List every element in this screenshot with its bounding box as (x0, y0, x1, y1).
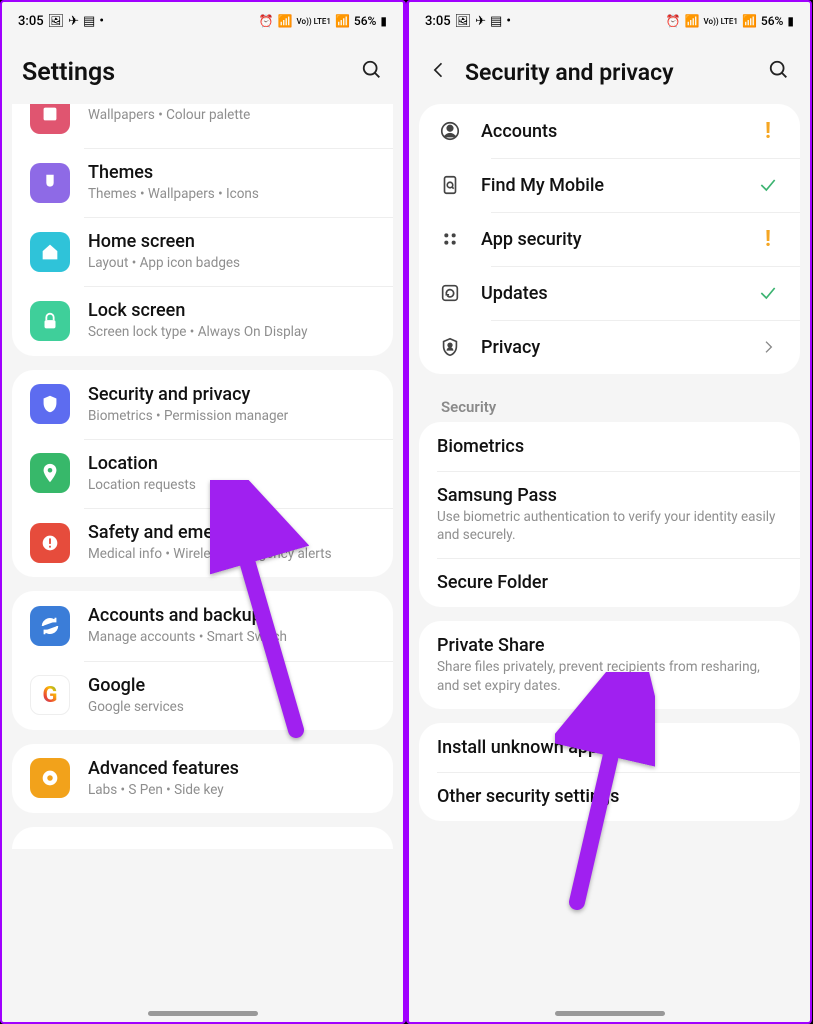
dot-icon: • (99, 14, 104, 29)
sidebar-item-wallpapers[interactable]: Wallpapers • Colour palette (12, 104, 393, 148)
page-title: Security and privacy (465, 59, 752, 86)
wifi-icon: 📶 (278, 14, 293, 28)
lock-icon (30, 301, 70, 341)
statusbar: 3:05 🖼 ✈ ▤ • ⏰ 📶 Vo)) LTE1 📶 56% ▮ (409, 2, 810, 40)
phone-right: 3:05 🖼 ✈ ▤ • ⏰ 📶 Vo)) LTE1 📶 56% ▮ Secur… (406, 0, 812, 1024)
security-list: Accounts ! Find My Mobile App security !… (409, 104, 810, 1024)
wallpaper-icon (30, 104, 70, 134)
row-biometrics[interactable]: Biometrics (419, 422, 800, 471)
sync-icon (30, 606, 70, 646)
row-app-security[interactable]: App security ! (419, 212, 800, 266)
sidebar-item-themes[interactable]: ThemesThemes • Wallpapers • Icons (12, 148, 393, 217)
statusbar-time: 3:05 (18, 14, 44, 29)
apps-icon (437, 226, 463, 252)
search-icon[interactable] (361, 59, 383, 85)
sidebar-item-google[interactable]: G GoogleGoogle services (12, 661, 393, 730)
chevron-right-icon (754, 339, 782, 355)
themes-icon (30, 163, 70, 203)
row-privacy[interactable]: Privacy (419, 320, 800, 374)
updates-icon (437, 280, 463, 306)
home-icon (30, 232, 70, 272)
row-updates[interactable]: Updates (419, 266, 800, 320)
battery-text: 56% (354, 14, 376, 28)
row-secure-folder[interactable]: Secure Folder (419, 558, 800, 607)
alarm-icon: ⏰ (259, 14, 274, 28)
row-install-unknown[interactable]: Install unknown apps (419, 723, 800, 772)
signal-icon: 📶 (335, 14, 350, 28)
shield-icon (30, 384, 70, 424)
page-title: Settings (22, 58, 345, 87)
gear-icon (30, 758, 70, 798)
picture-icon: 🖼 (455, 14, 472, 29)
row-other-security[interactable]: Other security settings (419, 772, 800, 821)
row-find-my-mobile[interactable]: Find My Mobile (419, 158, 800, 212)
nav-bar-handle[interactable] (555, 1011, 665, 1016)
search-icon[interactable] (768, 59, 790, 85)
find-mobile-icon (437, 172, 463, 198)
sidebar-item-safety[interactable]: Safety and emergencyMedical info • Wirel… (12, 508, 393, 577)
warning-badge: ! (765, 227, 771, 252)
nav-bar-handle[interactable] (148, 1011, 258, 1016)
statusbar: 3:05 🖼 ✈ ▤ • ⏰ 📶 Vo)) LTE1 📶 56% ▮ (2, 2, 403, 40)
row-samsung-pass[interactable]: Samsung PassUse biometric authentication… (419, 471, 800, 558)
section-header-security: Security (419, 388, 800, 422)
alert-icon (30, 523, 70, 563)
header: Settings (2, 40, 403, 104)
back-button[interactable] (429, 60, 449, 84)
location-icon (30, 453, 70, 493)
battery-text: 56% (761, 14, 783, 28)
picture-icon: 🖼 (48, 14, 65, 29)
alarm-icon: ⏰ (666, 14, 681, 28)
row-private-share[interactable]: Private ShareShare files privately, prev… (419, 621, 800, 708)
sidebar-item-lock-screen[interactable]: Lock screenScreen lock type • Always On … (12, 286, 393, 355)
sidebar-item-security[interactable]: Security and privacyBiometrics • Permiss… (12, 370, 393, 439)
phone-left: 3:05 🖼 ✈ ▤ • ⏰ 📶 Vo)) LTE1 📶 56% ▮ Setti… (0, 0, 406, 1024)
lte-text: Vo)) LTE1 (297, 17, 331, 26)
telegram-icon: ✈ (475, 14, 486, 29)
battery-icon: ▮ (380, 14, 387, 28)
telegram-icon: ✈ (68, 14, 79, 29)
lte-text: Vo)) LTE1 (704, 17, 738, 26)
sidebar-item-advanced[interactable]: Advanced featuresLabs • S Pen • Side key (12, 744, 393, 813)
warning-badge: ! (765, 119, 771, 144)
privacy-icon (437, 334, 463, 360)
sidebar-item-home-screen[interactable]: Home screenLayout • App icon badges (12, 217, 393, 286)
news-icon: ▤ (490, 14, 502, 29)
news-icon: ▤ (83, 14, 95, 29)
statusbar-time: 3:05 (425, 14, 451, 29)
settings-list: Wallpapers • Colour palette ThemesThemes… (2, 104, 403, 1024)
check-icon (754, 175, 782, 195)
signal-icon: 📶 (742, 14, 757, 28)
sidebar-item-location[interactable]: LocationLocation requests (12, 439, 393, 508)
sidebar-item-accounts-backup[interactable]: Accounts and backupManage accounts • Sma… (12, 591, 393, 660)
row-accounts[interactable]: Accounts ! (419, 104, 800, 158)
battery-icon: ▮ (787, 14, 794, 28)
accounts-icon (437, 118, 463, 144)
header: Security and privacy (409, 40, 810, 104)
google-icon: G (30, 675, 70, 715)
dot-icon: • (506, 14, 511, 29)
check-icon (754, 283, 782, 303)
wifi-icon: 📶 (685, 14, 700, 28)
